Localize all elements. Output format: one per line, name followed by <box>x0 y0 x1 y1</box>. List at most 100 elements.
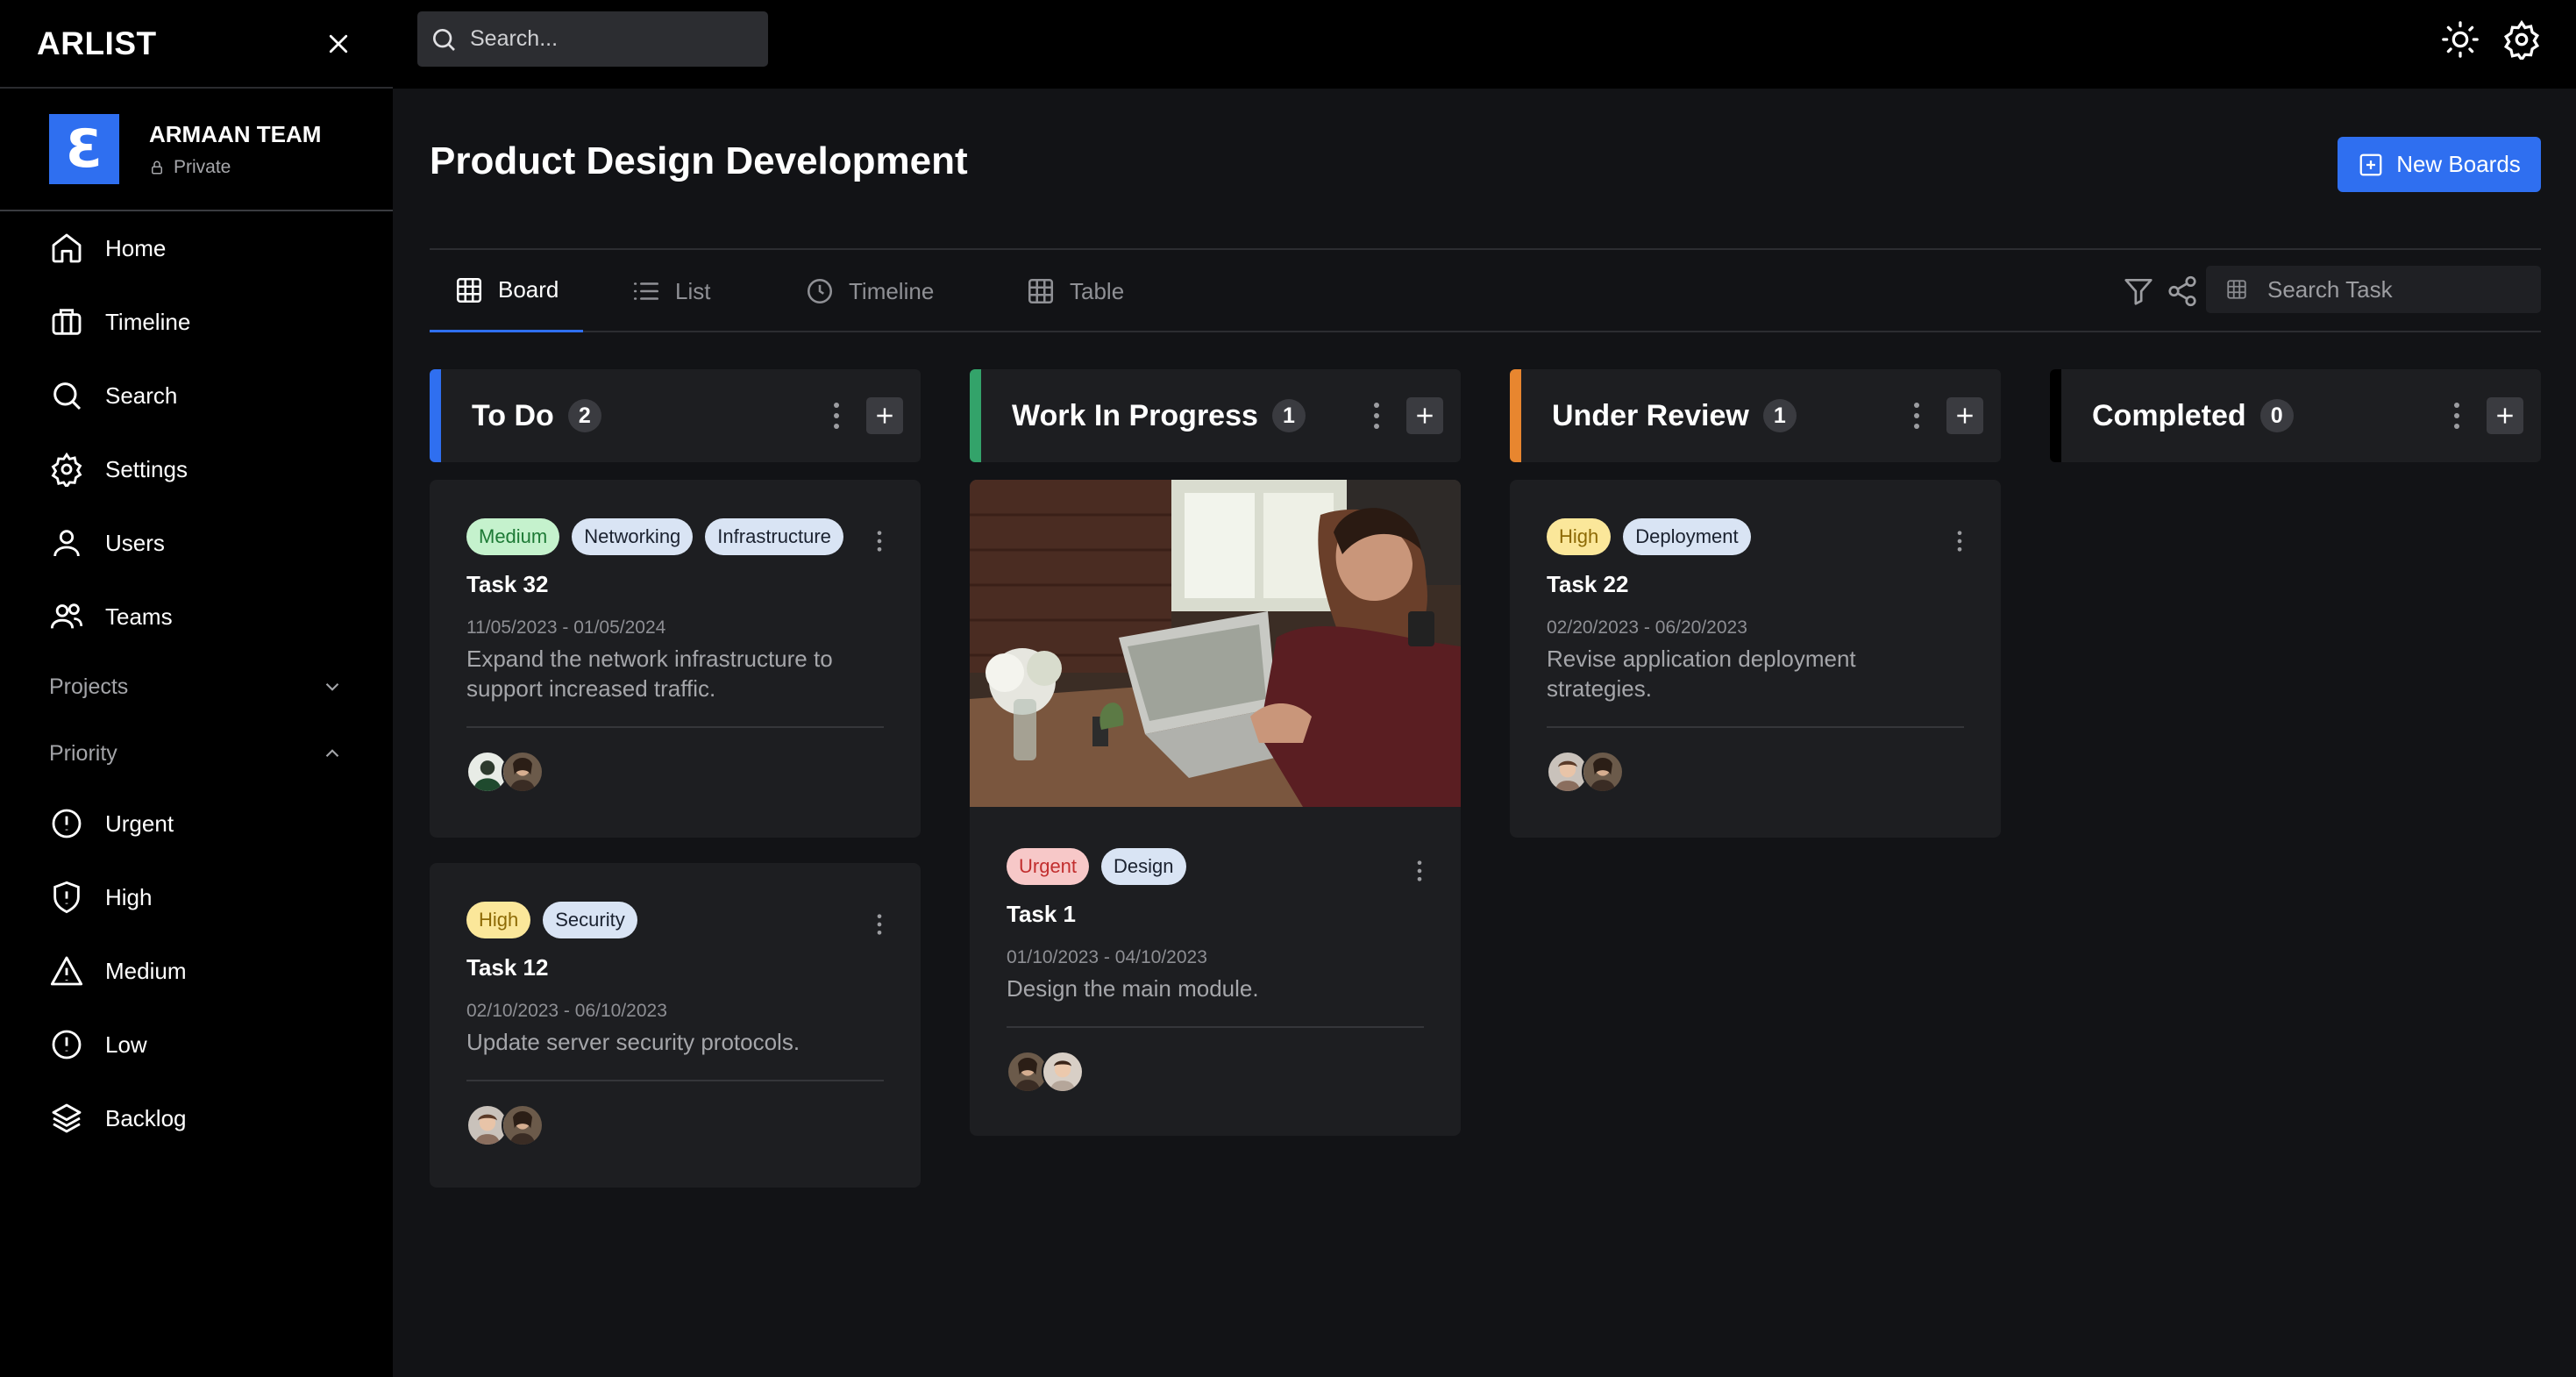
list-icon <box>633 282 659 300</box>
nav-label: Users <box>105 529 165 556</box>
more-vertical-icon[interactable] <box>1955 529 1964 553</box>
nav-search[interactable]: Search <box>0 359 393 432</box>
plus-icon <box>2497 408 2513 424</box>
close-icon <box>329 34 348 53</box>
task-description: Revise application deployment strategies… <box>1547 646 1856 702</box>
search-icon <box>53 382 82 410</box>
team-name: ARMAAN TEAM <box>149 120 322 147</box>
column-color-bar <box>2050 369 2061 462</box>
table-icon <box>1028 278 1054 304</box>
lock-icon <box>152 161 162 174</box>
sun-icon[interactable] <box>2440 19 2480 60</box>
priority-urgent[interactable]: Urgent <box>0 787 393 860</box>
more-vertical-icon[interactable] <box>875 529 884 553</box>
home-icon <box>52 233 82 263</box>
search-task-placeholder: Search Task <box>2267 275 2393 303</box>
priority-label-item: Urgent <box>105 810 174 837</box>
priority-low[interactable]: Low <box>0 1008 393 1081</box>
app-logo-text: ARLIST <box>37 25 157 61</box>
tab-table[interactable]: Table <box>1026 250 1124 332</box>
nav-users[interactable]: Users <box>0 506 393 580</box>
projects-toggle[interactable]: Projects <box>0 653 393 720</box>
task-card[interactable]: Urgent Design Task 1 01/10/2023 - 04/10/… <box>970 480 1461 1136</box>
column-header: Under Review 1 <box>1510 369 2001 462</box>
plus-square-icon <box>2359 153 2382 175</box>
nav-settings[interactable]: Settings <box>0 432 393 506</box>
team-icon <box>50 603 83 629</box>
projects-label: Projects <box>49 674 129 699</box>
nav-label: Timeline <box>105 308 191 335</box>
tab-timeline[interactable]: Timeline <box>805 250 934 332</box>
alert-circle-icon <box>52 809 82 838</box>
task-description: Expand the network infrastructure to sup… <box>466 646 833 702</box>
priority-toggle[interactable]: Priority <box>0 720 393 787</box>
more-vertical-icon[interactable] <box>1911 400 1922 432</box>
tab-label: Timeline <box>849 277 935 304</box>
search-task-input[interactable]: Search Task <box>2206 266 2541 313</box>
task-card[interactable]: Medium Networking Infrastructure Task 32… <box>430 480 921 838</box>
column-color-bar <box>430 369 441 462</box>
task-title: Task 12 <box>466 954 549 981</box>
add-task-button[interactable] <box>866 397 903 434</box>
filter-icon[interactable] <box>2122 275 2155 308</box>
nav-teams[interactable]: Teams <box>0 580 393 653</box>
global-search-input[interactable]: Search... <box>417 11 768 67</box>
board-main: Product Design Development New Boards Bo… <box>393 89 2576 1377</box>
task-card[interactable]: High Deployment Task 22 02/20/2023 - 06/… <box>1510 480 2001 838</box>
priority-label-item: High <box>105 883 153 910</box>
add-task-button[interactable] <box>1946 397 1983 434</box>
tab-board[interactable]: Board <box>430 250 584 332</box>
priority-backlog[interactable]: Backlog <box>0 1081 393 1155</box>
table-icon <box>2227 280 2246 299</box>
add-task-button[interactable] <box>1406 397 1443 434</box>
avatar <box>1582 751 1624 793</box>
share-icon[interactable] <box>2166 275 2199 308</box>
task-card[interactable]: High Security Task 12 02/10/2023 - 06/10… <box>430 863 921 1188</box>
task-cover-image <box>970 480 1461 807</box>
shield-alert-icon <box>53 881 80 914</box>
task-title: Task 1 <box>1007 901 1077 927</box>
task-description: Update server security protocols. <box>466 1029 801 1055</box>
sidebar-header: ARLIST <box>0 0 393 89</box>
priority-label: Priority <box>49 740 117 766</box>
alert-octagon-icon <box>52 1030 82 1060</box>
more-vertical-icon[interactable] <box>875 912 884 937</box>
priority-label-item: Low <box>105 1031 147 1058</box>
column-completed: Completed 0 <box>2050 369 2541 462</box>
new-boards-button[interactable]: New Boards <box>2338 137 2541 192</box>
more-vertical-icon[interactable] <box>1371 400 1382 432</box>
nav-home[interactable]: Home <box>0 211 393 285</box>
priority-medium[interactable]: Medium <box>0 934 393 1008</box>
avatar <box>502 1104 544 1146</box>
plus-icon <box>1957 408 1973 424</box>
priority-tag: Urgent <box>1007 848 1090 885</box>
column-under-review: Under Review 1 High Deployment Task 22 0… <box>1510 369 2001 838</box>
team-switcher[interactable]: Ɛ ARMAAN TEAM Private <box>0 89 393 211</box>
tab-label: Board <box>498 276 559 303</box>
more-vertical-icon[interactable] <box>831 400 842 432</box>
chevron-down-icon <box>325 682 339 691</box>
user-icon <box>53 530 80 557</box>
grid-icon <box>456 277 482 303</box>
gear-icon[interactable] <box>2501 19 2542 60</box>
clock-icon <box>807 278 833 304</box>
more-vertical-icon[interactable] <box>1415 859 1424 883</box>
more-vertical-icon[interactable] <box>2451 400 2462 432</box>
tab-list[interactable]: List <box>631 250 710 332</box>
column-title: To Do <box>472 398 554 432</box>
assignees <box>1547 728 1964 816</box>
team-avatar: Ɛ <box>49 114 119 184</box>
add-task-button[interactable] <box>2487 397 2523 434</box>
close-sidebar-button[interactable] <box>321 26 356 61</box>
task-dates: 01/10/2023 - 04/10/2023 <box>1007 947 1207 967</box>
column-title: Work In Progress <box>1012 398 1258 432</box>
nav-timeline[interactable]: Timeline <box>0 285 393 359</box>
column-color-bar <box>1510 369 1521 462</box>
category-tag: Deployment <box>1623 518 1751 555</box>
priority-high[interactable]: High <box>0 860 393 934</box>
category-tag: Design <box>1101 848 1186 885</box>
category-tag: Infrastructure <box>705 518 843 555</box>
column-todo: To Do 2 Medium Networking Infrastructure… <box>430 369 921 1188</box>
assignees <box>466 1081 884 1169</box>
timeline-icon <box>52 309 82 335</box>
